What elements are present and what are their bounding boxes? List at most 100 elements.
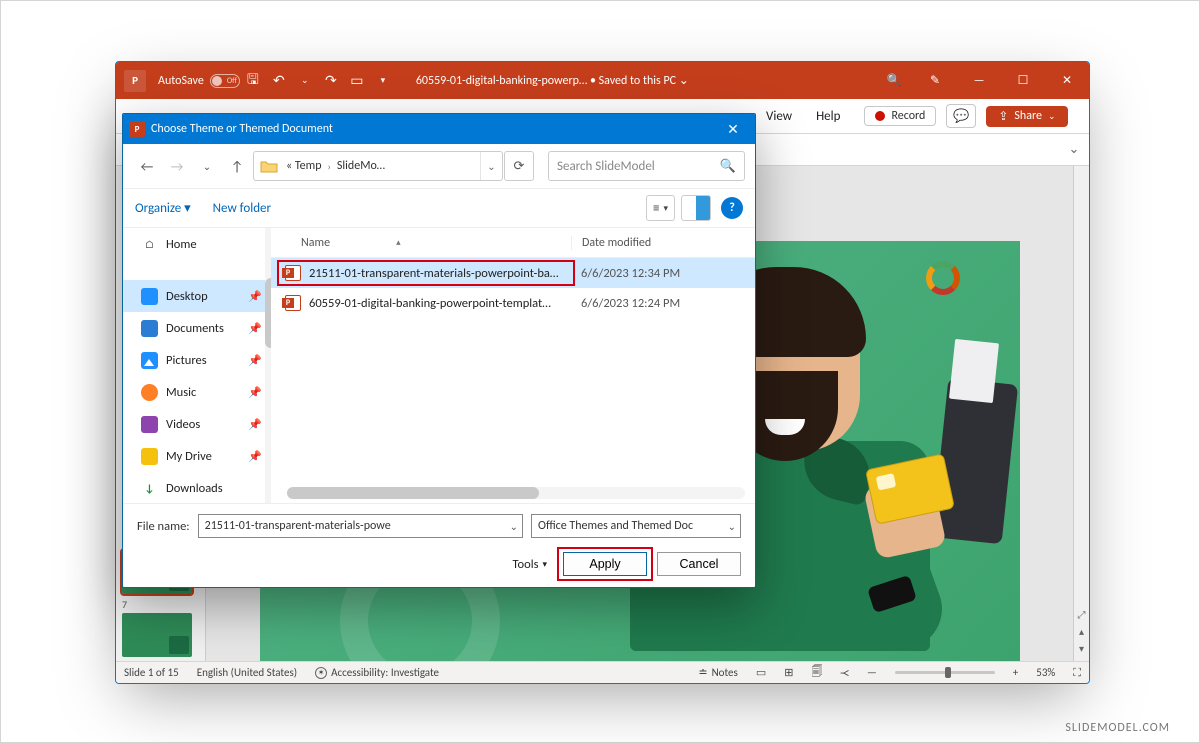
tools-label: Tools (513, 557, 539, 572)
slide-sorter-view-icon[interactable]: ⊞ (784, 666, 793, 679)
file-row[interactable]: 60559-01-digital-banking-powerpoint-temp… (271, 288, 755, 318)
zoom-level[interactable]: 53% (1036, 666, 1055, 679)
file-dialog: P Choose Theme or Themed Document ✕ ← → … (122, 113, 756, 588)
record-dot-icon (875, 111, 885, 121)
search-icon: 🔍 (720, 159, 736, 174)
document-title[interactable]: 60559-01-digital-banking-powerp… • Saved… (396, 73, 875, 88)
pictures-icon (141, 352, 158, 369)
file-date: 6/6/2023 12:34 PM (571, 266, 755, 281)
tree-item-downloads[interactable]: ↓Downloads (123, 472, 270, 503)
tree-label: Videos (166, 417, 200, 432)
slide-counter[interactable]: Slide 1 of 15 (124, 666, 179, 679)
notes-button[interactable]: ≐Notes (698, 666, 737, 679)
list-header[interactable]: Name ▴ Date modified (271, 228, 755, 258)
slide-thumbnail[interactable] (122, 613, 192, 657)
pin-icon[interactable]: 📌 (248, 354, 262, 367)
qat-overflow-icon[interactable]: ▾ (370, 67, 396, 95)
undo-dropdown-icon[interactable]: ⌄ (292, 67, 318, 95)
undo-icon[interactable]: ↶ (266, 67, 292, 95)
chevron-down-icon: ⌄ (1048, 111, 1056, 122)
breadcrumb-segment[interactable]: « Temp (284, 159, 324, 173)
nav-back-icon[interactable]: ← (133, 152, 161, 180)
chevron-down-icon[interactable]: ⌄ (728, 520, 736, 533)
breadcrumb[interactable]: « Temp › SlideMo… ⌄ (253, 151, 503, 181)
share-button[interactable]: ⇪Share⌄ (986, 106, 1067, 127)
list-view-icon: ≡ (653, 201, 659, 216)
tell-me-search-icon[interactable]: 🔍 (875, 73, 913, 88)
folder-icon (258, 155, 280, 177)
slideshow-view-icon[interactable]: 𝈄 (840, 663, 848, 682)
tools-menu[interactable]: Tools▾ (513, 557, 547, 572)
sort-asc-icon: ▴ (396, 237, 401, 248)
fit-to-window-icon[interactable]: ⛶ (1073, 666, 1081, 680)
new-folder-button[interactable]: New folder (213, 201, 271, 216)
ribbon-collapse-icon[interactable]: ⌄ (1059, 142, 1089, 157)
nav-forward-icon[interactable]: → (163, 152, 191, 180)
title-bar: P AutoSave Off 🖫 ↶ ⌄ ↷ ▭ ▾ 60559-01-digi… (116, 62, 1089, 99)
save-icon[interactable]: 🖫 (240, 67, 266, 95)
col-name-header[interactable]: Name (301, 236, 330, 250)
chevron-right-icon: › (324, 160, 335, 173)
draw-icon[interactable]: ✎ (913, 62, 957, 99)
normal-view-icon[interactable]: ▭ (756, 666, 766, 679)
file-type-filter[interactable]: Office Themes and Themed Doc⌄ (531, 514, 741, 538)
nav-up-icon[interactable]: ↑ (223, 152, 251, 180)
breadcrumb-dropdown-icon[interactable]: ⌄ (480, 152, 502, 180)
pin-icon[interactable]: 📌 (248, 386, 262, 399)
tree-item-mydrive[interactable]: My Drive📌 (123, 440, 270, 472)
help-icon[interactable]: ? (721, 197, 743, 219)
pin-icon[interactable]: 📌 (248, 418, 262, 431)
zoom-slider[interactable] (895, 671, 995, 674)
list-hscrollbar[interactable] (287, 487, 745, 499)
dialog-search-input[interactable]: Search SlideModel 🔍 (548, 151, 745, 181)
tab-view[interactable]: View (756, 99, 802, 133)
nav-history-icon[interactable]: ⌄ (193, 152, 221, 180)
view-mode-button[interactable]: ≡▾ (646, 195, 675, 221)
tree-item-videos[interactable]: Videos 📌 (123, 408, 270, 440)
tree-item-pictures[interactable]: Pictures📌 (123, 344, 270, 376)
redo-icon[interactable]: ↷ (318, 67, 344, 95)
accessibility-label: Accessibility: Investigate (331, 666, 439, 679)
reading-view-icon[interactable]: 🗐 (811, 663, 822, 682)
organize-menu[interactable]: Organize ▾ (135, 201, 191, 216)
pin-icon[interactable]: 📌 (248, 290, 262, 303)
col-date-header[interactable]: Date modified (571, 236, 755, 250)
tree-item-home[interactable]: ⌂Home (123, 228, 270, 260)
zoom-in-icon[interactable]: + (1013, 666, 1018, 679)
filename-value: 21511-01-transparent-materials-powe (205, 519, 391, 533)
comments-button[interactable]: 💬 (946, 104, 976, 128)
filename-input[interactable]: 21511-01-transparent-materials-powe ⌄ (198, 514, 523, 538)
dialog-close-icon[interactable]: ✕ (711, 114, 755, 144)
pin-icon[interactable]: 📌 (248, 450, 262, 463)
tree-item-documents[interactable]: Documents📌 (123, 312, 270, 344)
record-button[interactable]: Record (864, 106, 936, 126)
apply-button[interactable]: Apply (563, 552, 647, 576)
documents-icon (141, 320, 158, 337)
maximize-icon[interactable]: ☐ (1001, 62, 1045, 99)
chevron-down-icon[interactable]: ⌄ (510, 520, 518, 533)
next-slide-icon[interactable]: ▾ (1079, 642, 1084, 655)
zoom-fit-icon[interactable]: ⤢ (1078, 608, 1086, 621)
tree-item-desktop[interactable]: Desktop📌 (123, 280, 270, 312)
close-icon[interactable]: ✕ (1045, 62, 1089, 99)
prev-slide-icon[interactable]: ▴ (1079, 625, 1084, 638)
tab-help[interactable]: Help (806, 99, 850, 133)
file-row[interactable]: 21511-01-transparent-materials-powerpoin… (271, 258, 755, 288)
cancel-button[interactable]: Cancel (657, 552, 741, 576)
zoom-out-icon[interactable]: — (867, 666, 877, 679)
preview-pane-button[interactable] (681, 195, 711, 221)
tree-item-music[interactable]: Music 📌 (123, 376, 270, 408)
minimize-icon[interactable]: — (957, 62, 1001, 99)
accessibility-status[interactable]: ✶ Accessibility: Investigate (315, 666, 439, 679)
breadcrumb-segment[interactable]: SlideMo… (335, 159, 387, 173)
vertical-scrollbar[interactable]: ⤢ ▴ ▾ (1073, 166, 1089, 661)
dialog-title: Choose Theme or Themed Document (151, 122, 333, 136)
refresh-icon[interactable]: ⟳ (504, 151, 534, 181)
pin-icon[interactable]: 📌 (248, 322, 262, 335)
language-status[interactable]: English (United States) (197, 666, 297, 679)
file-list[interactable]: Name ▴ Date modified 21511-01-transparent… (271, 228, 755, 503)
autosave-toggle[interactable]: Off (210, 74, 240, 88)
nav-tree[interactable]: ⌂Home Desktop📌 Documents📌 Pictures📌 Musi… (123, 228, 271, 503)
tree-label: Music (166, 385, 196, 400)
slideshow-start-icon[interactable]: ▭ (344, 67, 370, 95)
